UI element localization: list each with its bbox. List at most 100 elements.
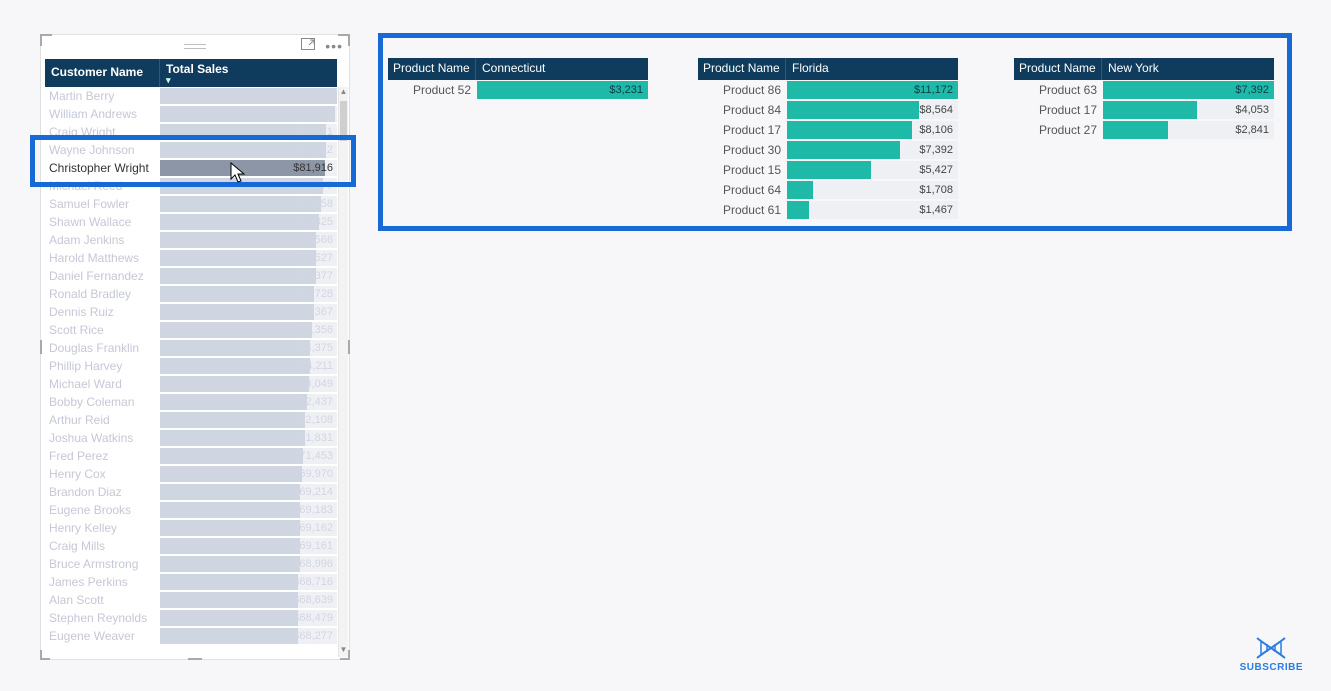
table-row[interactable]: Product 27$2,841 [1014,120,1274,140]
table-row[interactable]: Samuel Fowler$79,458 [45,195,337,213]
table-row[interactable]: Brandon Diaz$69,214 [45,483,337,501]
table-row[interactable]: Product 63$7,392 [1014,80,1274,100]
table-row[interactable]: Fred Perez$71,453 [45,447,337,465]
table-row[interactable]: Michael Ward$74,049 [45,375,337,393]
product-bar: $8,564 [787,101,958,119]
table-row[interactable]: Scott Rice $75,356 [45,321,337,339]
product-name-cell: Product 84 [698,103,786,117]
table-row[interactable]: Craig Wright$82,571 [45,123,337,141]
header-customer-name[interactable]: Customer Name [45,59,160,87]
table-row[interactable]: Douglas Franklin$74,375 [45,339,337,357]
sales-bar: $79,325 [160,214,337,230]
table-row[interactable]: Eugene Weaver$68,277 [45,627,337,645]
customer-name-cell: Scott Rice [45,323,160,337]
table-row[interactable]: Harold Matthews$77,527 [45,249,337,267]
customer-sales-visual[interactable]: ••• Customer Name Total Sales ▾ Martin B… [40,34,350,660]
header-state[interactable]: New York [1102,58,1274,80]
product-bar: $2,841 [1103,121,1274,139]
table-row[interactable]: Henry Kelley$69,162 [45,519,337,537]
customer-name-cell: Martin Berry [45,89,160,103]
table-row[interactable]: James Perkins$68,716 [45,573,337,591]
sales-value: $82,571 [293,124,333,140]
header-state[interactable]: Connecticut [476,58,648,80]
sales-bar: $71,453 [160,448,337,464]
table-row[interactable]: Christopher Wright$81,916 [45,159,337,177]
sales-value: $87,727 [293,88,333,104]
table-row[interactable]: Craig Mills$69,161 [45,537,337,555]
sales-value: $75,356 [293,322,333,338]
table-row[interactable]: Adam Jenkins$77,566 [45,231,337,249]
header-total-sales[interactable]: Total Sales ▾ [160,59,337,87]
table-row[interactable]: Daniel Fernandez$77,377 [45,267,337,285]
customer-table-header[interactable]: Customer Name Total Sales ▾ [45,59,337,87]
table-row[interactable]: Bruce Armstrong$68,996 [45,555,337,573]
customer-name-cell: Daniel Fernandez [45,269,160,283]
table-row[interactable]: Michael Reed$80,377 [45,177,337,195]
header-product-name[interactable]: Product Name [1014,58,1102,80]
table-row[interactable]: Alan Scott$68,639 [45,591,337,609]
product-visual-newyork[interactable]: Product NameNew YorkProduct 63$7,392Prod… [1014,58,1274,140]
customer-name-cell: Adam Jenkins [45,233,160,247]
table-row[interactable]: Joshua Watkins$71,831 [45,429,337,447]
table-row[interactable]: Eugene Brooks$69,183 [45,501,337,519]
product-table-header[interactable]: Product NameConnecticut [388,58,648,80]
sales-bar: $68,716 [160,574,337,590]
product-value: $7,392 [919,141,953,159]
product-visual-florida[interactable]: Product NameFloridaProduct 86$11,172Prod… [698,58,958,220]
scroll-up-icon[interactable]: ▲ [339,87,348,99]
customer-name-cell: Harold Matthews [45,251,160,265]
table-row[interactable]: Product 84$8,564 [698,100,958,120]
sales-value: $79,325 [293,214,333,230]
table-row[interactable]: Shawn Wallace$79,325 [45,213,337,231]
table-row[interactable]: Product 30 $7,392 [698,140,958,160]
scroll-down-icon[interactable]: ▼ [339,645,348,657]
header-product-name[interactable]: Product Name [388,58,476,80]
product-name-cell: Product 30 [698,143,786,157]
customer-table-body[interactable]: Martin Berry $87,727William Andrews$86,66… [45,87,337,657]
sales-bar: $76,367 [160,304,337,320]
sales-value: $69,214 [293,484,333,500]
sales-value: $72,108 [293,412,333,428]
sort-desc-icon: ▾ [166,76,331,84]
table-row[interactable]: Product 17$8,106 [698,120,958,140]
product-value: $4,053 [1235,101,1269,119]
header-state[interactable]: Florida [786,58,958,80]
product-visual-connecticut[interactable]: Product NameConnecticutProduct 52$3,231 [388,58,648,100]
sales-value: $69,162 [293,520,333,536]
customer-name-cell: Henry Cox [45,467,160,481]
table-row[interactable]: Stephen Reynolds$68,479 [45,609,337,627]
product-table-header[interactable]: Product NameFlorida [698,58,958,80]
customer-name-cell: Wayne Johnson [45,143,160,157]
product-table-header[interactable]: Product NameNew York [1014,58,1274,80]
sales-value: $69,161 [293,538,333,554]
scroll-thumb[interactable] [340,101,347,141]
sales-value: $71,831 [293,430,333,446]
customer-name-cell: Eugene Weaver [45,629,160,643]
table-row[interactable]: Arthur Reid$72,108 [45,411,337,429]
table-row[interactable]: Henry Cox$69,970 [45,465,337,483]
sales-bar: $72,108 [160,412,337,428]
drag-handle-icon[interactable] [184,44,206,49]
table-row[interactable]: Ronald Bradley$76,728 [45,285,337,303]
table-row[interactable]: Bobby Coleman$72,437 [45,393,337,411]
subscribe-badge[interactable]: SUBSCRIBE [1240,636,1303,673]
sales-bar: $68,479 [160,610,337,626]
table-row[interactable]: Product 61$1,467 [698,200,958,220]
table-row[interactable]: Dennis Ruiz$76,367 [45,303,337,321]
table-row[interactable]: Wayne Johnson$82,012 [45,141,337,159]
table-row[interactable]: Phillip Harvey$74,211 [45,357,337,375]
product-name-cell: Product 61 [698,203,786,217]
table-row[interactable]: Product 86$11,172 [698,80,958,100]
product-name-cell: Product 27 [1014,123,1102,137]
vertical-scrollbar[interactable]: ▲ ▼ [338,87,348,657]
more-options-icon[interactable]: ••• [325,39,343,53]
table-row[interactable]: William Andrews$86,662 [45,105,337,123]
sales-value: $74,211 [294,358,333,374]
table-row[interactable]: Product 64$1,708 [698,180,958,200]
table-row[interactable]: Product 15$5,427 [698,160,958,180]
focus-mode-icon[interactable] [301,37,315,55]
table-row[interactable]: Martin Berry $87,727 [45,87,337,105]
table-row[interactable]: Product 52$3,231 [388,80,648,100]
header-product-name[interactable]: Product Name [698,58,786,80]
table-row[interactable]: Product 17$4,053 [1014,100,1274,120]
